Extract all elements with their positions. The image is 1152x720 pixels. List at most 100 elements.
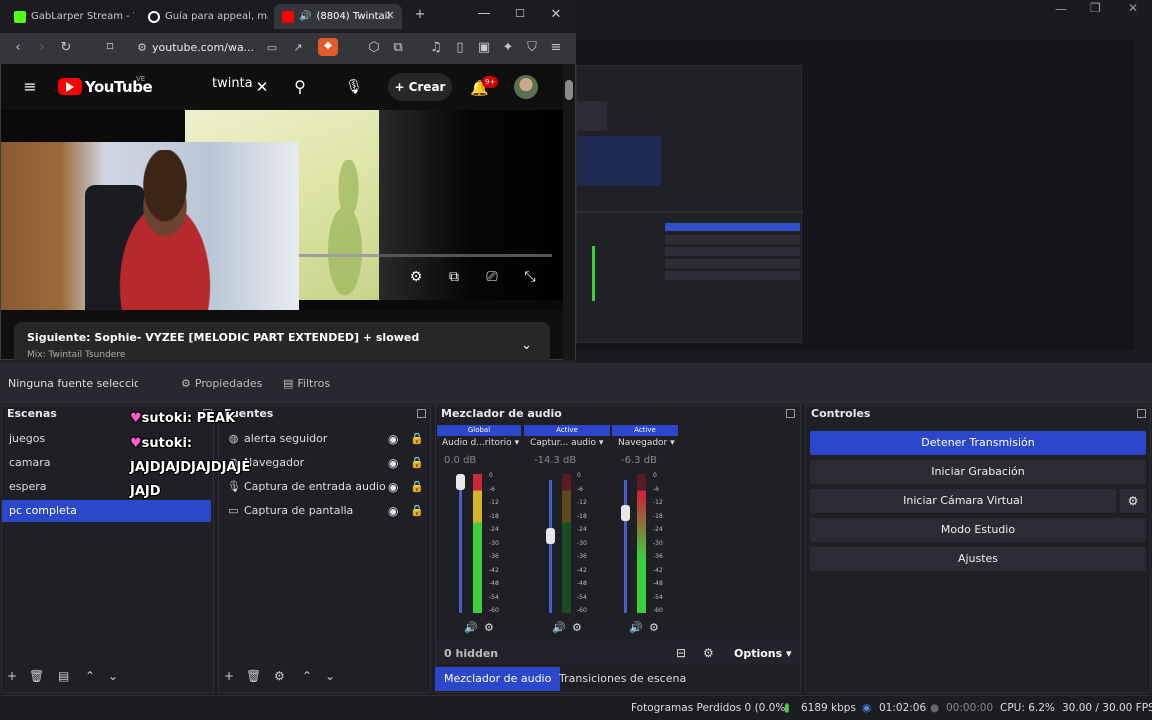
settings-icon[interactable]: ⚙	[405, 269, 427, 289]
extensions-icon[interactable]: ⬡	[366, 40, 382, 56]
dropdown-icon[interactable]: ▾	[670, 438, 675, 448]
leo-icon[interactable]: ✦	[500, 40, 516, 56]
speaker-icon[interactable]: 🔊	[464, 621, 478, 634]
move-down-icon[interactable]: ⌄	[108, 669, 118, 691]
fullscreen-icon[interactable]: ⤡	[519, 269, 541, 289]
properties-button[interactable]: ⚙ Propiedades	[175, 373, 268, 393]
add-scene-button[interactable]: +	[7, 669, 17, 691]
scrollbar-thumb[interactable]	[565, 80, 573, 100]
speaker-icon[interactable]: 🔊	[299, 11, 311, 22]
volume-slider[interactable]	[549, 480, 552, 613]
popout-icon[interactable]	[1137, 409, 1146, 418]
music-icon[interactable]: ♫	[428, 40, 444, 56]
start-recording-button[interactable]: Iniciar Grabación	[810, 460, 1146, 484]
volume-slider[interactable]	[459, 480, 462, 613]
move-up-icon[interactable]: ⌃	[302, 669, 312, 691]
add-source-button[interactable]: +	[224, 669, 234, 691]
lock-icon[interactable]: 🔒	[410, 500, 424, 522]
forward-icon[interactable]: ›	[34, 40, 50, 56]
scene-filter-icon[interactable]: ▤	[58, 669, 69, 691]
maximize-icon[interactable]: ☐	[512, 6, 528, 22]
shield-icon[interactable]: ◆	[318, 38, 338, 56]
close-icon[interactable]: ✕	[1128, 1, 1138, 15]
search-icon[interactable]: ⚲	[290, 79, 310, 95]
tab-audio-mixer[interactable]: Mezclador de audio	[435, 667, 561, 691]
miniplayer-icon[interactable]: ⧉	[443, 269, 465, 289]
reload-icon[interactable]: ↻	[58, 40, 74, 56]
bookmark-icon[interactable]: ⌑	[102, 40, 118, 56]
tab-guide[interactable]: Guía para appeal, mar	[140, 4, 268, 29]
options-dropdown[interactable]: Options ▾	[734, 647, 792, 660]
vpn-icon[interactable]: ⛉	[524, 40, 540, 56]
wallet-icon[interactable]: ▣	[476, 40, 492, 56]
mixer-channel-name[interactable]: Navegador ▾	[618, 438, 675, 448]
volume-slider-knob[interactable]	[456, 474, 465, 490]
tab-scene-transitions[interactable]: Transiciones de escena	[550, 667, 695, 691]
share-icon[interactable]: ↗	[290, 40, 306, 56]
eye-icon[interactable]: ◉	[388, 476, 398, 498]
minimize-icon[interactable]: —	[1055, 2, 1067, 16]
mic-icon[interactable]: 🎙	[344, 79, 364, 95]
advanced-audio-icon[interactable]: ⚙	[703, 646, 714, 660]
volume-slider-knob[interactable]	[621, 505, 630, 521]
studio-mode-button[interactable]: Modo Estudio	[810, 518, 1146, 542]
source-item[interactable]: ◍ Navegador ◉ 🔒	[222, 452, 427, 474]
mixer-channel-name[interactable]: Audio d...ritorio ▾	[442, 438, 519, 448]
source-item[interactable]: ◍ alerta seguidor ◉ 🔒	[222, 428, 427, 450]
hidden-count[interactable]: 0 hidden	[444, 647, 498, 660]
close-tab-icon[interactable]: ✕	[382, 8, 398, 24]
tab-kick[interactable]: GabLarper Stream - W	[6, 4, 134, 29]
popout-icon[interactable]	[786, 409, 795, 418]
stop-streaming-button[interactable]: Detener Transmisión	[810, 431, 1146, 455]
start-virtual-camera-button[interactable]: Iniciar Cámara Virtual	[810, 489, 1116, 513]
move-down-icon[interactable]: ⌄	[325, 669, 335, 691]
cast-icon[interactable]: ▭	[264, 40, 280, 56]
dropdown-icon[interactable]: ▾	[515, 438, 520, 448]
source-item[interactable]: ▭ Captura de pantalla ◉ 🔒	[222, 500, 427, 522]
close-window-icon[interactable]: ✕	[548, 7, 564, 23]
sidebar-icon[interactable]: ▯	[452, 40, 468, 56]
cast-icon[interactable]: ⎚	[481, 269, 503, 289]
dropdown-icon[interactable]: ▾	[599, 438, 604, 448]
scrollbar[interactable]	[563, 64, 575, 360]
speaker-icon[interactable]: 🔊	[629, 621, 643, 634]
next-video-title[interactable]: Siguiente: Sophie- VYZEE [MELODIC PART E…	[27, 331, 419, 344]
scene-item[interactable]: espera	[2, 476, 211, 498]
source-item[interactable]: 🎙 Captura de entrada audio ◉ 🔒	[222, 476, 427, 498]
new-tab-button[interactable]: +	[412, 7, 428, 23]
avatar[interactable]	[514, 75, 538, 99]
virtual-camera-gear-icon[interactable]: ⚙	[1120, 489, 1146, 513]
scene-item-selected[interactable]: pc completa	[2, 500, 211, 522]
menu-icon[interactable]: ≡	[548, 40, 564, 56]
lock-icon[interactable]: 🔒	[410, 476, 424, 498]
url-field[interactable]: youtube.com/wa...	[152, 41, 254, 54]
monitor-settings-icon[interactable]: ⚙	[572, 621, 582, 634]
trash-icon[interactable]: 🗑	[29, 669, 44, 691]
settings-button[interactable]: Ajustes	[810, 547, 1146, 571]
screenshot-icon[interactable]: ⧉	[390, 40, 406, 56]
lock-icon[interactable]: 🔒	[410, 428, 424, 450]
move-up-icon[interactable]: ⌃	[85, 669, 95, 691]
lock-icon[interactable]: 🔒	[410, 452, 424, 474]
popout-icon[interactable]	[417, 409, 426, 418]
monitor-settings-icon[interactable]: ⚙	[484, 621, 494, 634]
eye-icon[interactable]: ◉	[388, 500, 398, 522]
eye-icon[interactable]: ◉	[388, 428, 398, 450]
chevron-down-icon[interactable]: ⌄	[521, 338, 532, 353]
eye-icon[interactable]: ◉	[388, 452, 398, 474]
volume-slider[interactable]	[624, 480, 627, 613]
gear-icon[interactable]: ⚙	[274, 669, 285, 691]
layout-icon[interactable]: ⊟	[676, 646, 686, 660]
clear-search-icon[interactable]: ✕	[254, 79, 270, 95]
restore-icon[interactable]: ❐	[1090, 1, 1101, 15]
trash-icon[interactable]: 🗑	[246, 669, 261, 691]
minimize-icon[interactable]: —	[476, 6, 492, 22]
back-icon[interactable]: ‹	[10, 40, 26, 56]
mixer-channel-name[interactable]: Captur... audio ▾	[530, 438, 603, 448]
hamburger-icon[interactable]: ≡	[20, 79, 40, 95]
filters-button[interactable]: ▤ Filtros	[277, 373, 336, 393]
site-info-icon[interactable]: ⚙	[134, 40, 150, 56]
create-button[interactable]: + Crear	[388, 73, 452, 101]
speaker-icon[interactable]: 🔊	[552, 621, 566, 634]
monitor-settings-icon[interactable]: ⚙	[649, 621, 659, 634]
